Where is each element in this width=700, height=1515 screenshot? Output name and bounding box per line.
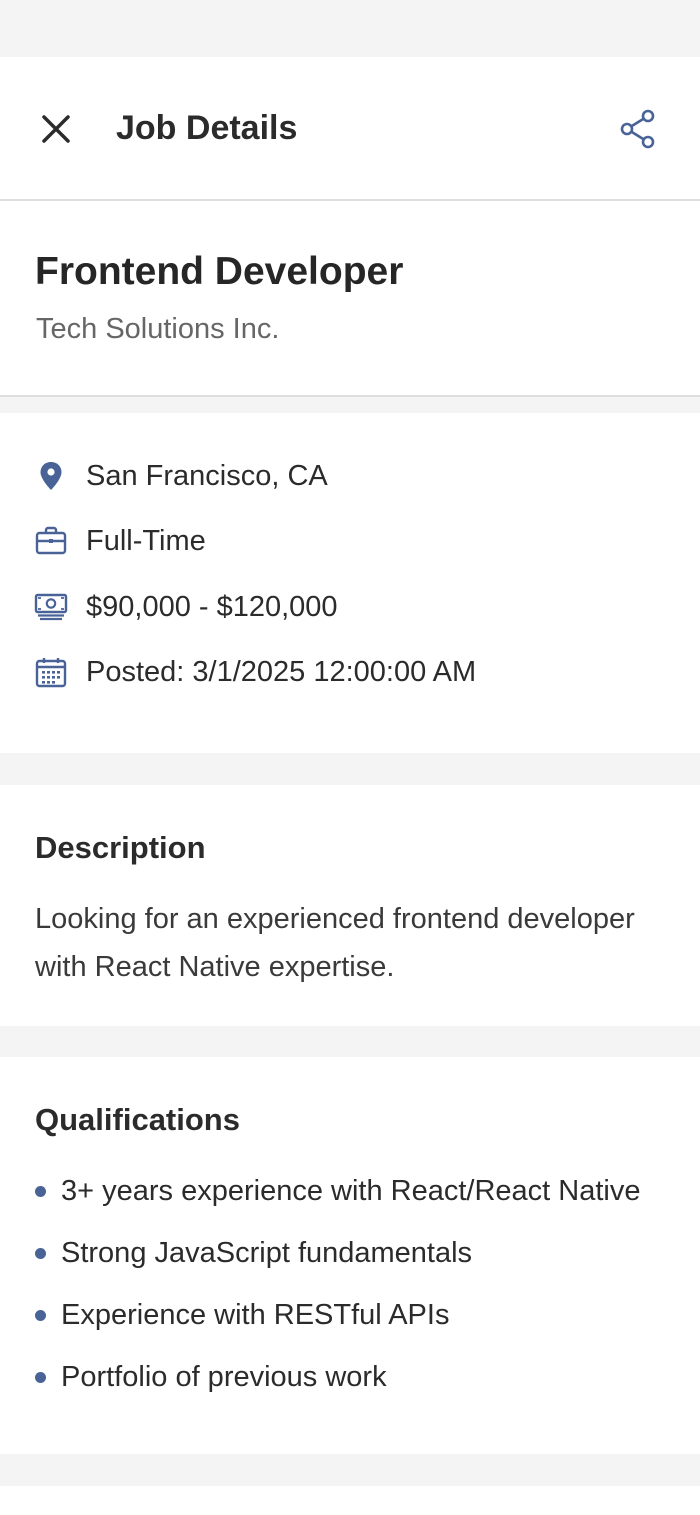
list-item: 3+ years experience with React/React Nat… xyxy=(0,1171,700,1211)
share-icon xyxy=(620,109,655,149)
description-text: Looking for an experienced frontend deve… xyxy=(35,903,635,983)
briefcase-icon xyxy=(35,526,67,555)
bullet-icon xyxy=(35,1248,46,1259)
info-row-posted-date: Posted: 3/1/2025 12:00:00 AM xyxy=(0,650,700,694)
app-header: Job Details xyxy=(0,57,700,201)
share-button[interactable] xyxy=(616,107,660,151)
description-card: Description Looking for an experienced f… xyxy=(0,785,700,1026)
info-row-location: San Francisco, CA xyxy=(0,454,700,498)
job-title: Frontend Developer xyxy=(35,250,404,293)
qualifications-card: Qualifications 3+ years experience with … xyxy=(0,1057,700,1454)
job-type-text: Full-Time xyxy=(86,525,206,557)
calendar-icon xyxy=(35,658,67,688)
list-item: Portfolio of previous work xyxy=(0,1357,700,1397)
posted-date-text: Posted: 3/1/2025 12:00:00 AM xyxy=(86,656,477,688)
qualification-text: Experience with RESTful APIs xyxy=(61,1299,450,1331)
qualification-text: Portfolio of previous work xyxy=(61,1361,387,1393)
qualification-text: Strong JavaScript fundamentals xyxy=(61,1237,473,1269)
bottom-card xyxy=(0,1486,700,1515)
location-text: San Francisco, CA xyxy=(86,460,328,492)
qualifications-heading: Qualifications xyxy=(35,1102,240,1137)
bullet-icon xyxy=(35,1310,46,1321)
location-pin-icon xyxy=(40,462,62,490)
bullet-icon xyxy=(35,1372,46,1383)
job-title-card: Frontend Developer Tech Solutions Inc. xyxy=(0,201,700,397)
salary-text: $90,000 - $120,000 xyxy=(86,591,338,623)
info-row-salary: $90,000 - $120,000 xyxy=(0,585,700,629)
close-button[interactable] xyxy=(36,109,76,149)
qualification-text: 3+ years experience with React/React Nat… xyxy=(61,1175,641,1207)
description-heading: Description xyxy=(35,830,206,865)
page-title: Job Details xyxy=(116,109,298,147)
bullet-icon xyxy=(35,1186,46,1197)
company-name: Tech Solutions Inc. xyxy=(36,313,280,345)
info-row-job-type: Full-Time xyxy=(0,519,700,563)
close-icon xyxy=(42,115,70,143)
job-info-card: San Francisco, CA Full-Time $90,000 - $1… xyxy=(0,413,700,753)
list-item: Experience with RESTful APIs xyxy=(0,1295,700,1335)
list-item: Strong JavaScript fundamentals xyxy=(0,1233,700,1273)
money-icon xyxy=(34,593,68,621)
